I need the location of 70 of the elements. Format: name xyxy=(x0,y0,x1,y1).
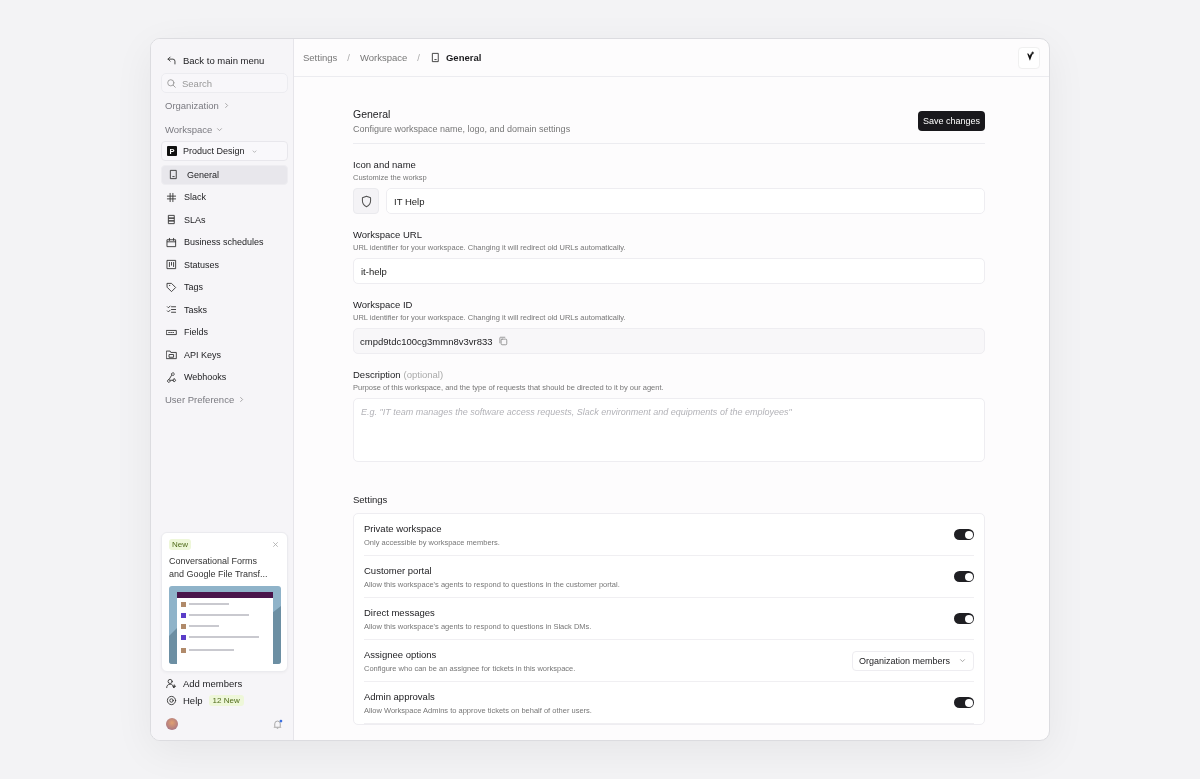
toggle-switch[interactable] xyxy=(954,529,974,540)
person-plus-icon xyxy=(166,678,177,689)
setting-label: Admin approvals xyxy=(364,690,436,702)
nav-item[interactable]: General xyxy=(161,164,288,185)
chevron-icon xyxy=(958,656,967,665)
help-badge: 12 New xyxy=(208,695,244,706)
breadcrumb-link[interactable]: General xyxy=(429,52,482,63)
section-header[interactable]: Workspace xyxy=(161,117,288,141)
stack-icon xyxy=(166,214,177,225)
nav-item[interactable]: Slack xyxy=(161,187,288,207)
search-field[interactable]: Search xyxy=(161,73,288,93)
field-label: Description xyxy=(353,369,401,380)
new-badge: New xyxy=(169,539,191,550)
bell-icon[interactable] xyxy=(272,718,283,730)
assignee-dropdown[interactable]: Organization members xyxy=(851,650,974,671)
nav-item[interactable]: Webhooks xyxy=(161,367,288,387)
toggle-switch[interactable] xyxy=(954,571,974,582)
search-icon xyxy=(166,78,177,89)
board-icon xyxy=(166,259,177,270)
field-label: Workspace URL xyxy=(353,229,422,240)
tag-icon xyxy=(166,281,177,293)
section-header[interactable]: Organization xyxy=(161,93,288,117)
description-field[interactable]: E.g. "IT team manages the software access requests, Slack environment and equipments of the employees" xyxy=(353,398,985,462)
add-members-button[interactable]: Add members xyxy=(161,678,288,689)
page-title: General xyxy=(353,108,392,120)
setting-label: Assignee options xyxy=(364,648,438,660)
breadcrumb-separator: / xyxy=(417,52,420,63)
save-button[interactable]: Save changes xyxy=(917,111,985,131)
section-title: Settings xyxy=(353,494,389,505)
logo-icon[interactable] xyxy=(1018,46,1040,69)
workspace-name: Product Design xyxy=(183,146,245,156)
toggle-switch[interactable] xyxy=(954,613,974,624)
building-icon xyxy=(429,52,441,63)
icon-picker[interactable] xyxy=(353,188,379,214)
lifebuoy-icon xyxy=(166,695,177,706)
name-input[interactable]: IT Help xyxy=(386,188,985,214)
url-input[interactable]: it-help xyxy=(353,258,985,284)
avatar[interactable] xyxy=(166,718,178,730)
section-header[interactable]: User Preference xyxy=(161,387,288,411)
nav-item[interactable]: Statuses xyxy=(161,254,288,275)
workspace-id: cmpd9tdc100cg3mmn8v3vr833 xyxy=(360,335,493,347)
return-arrow-icon xyxy=(166,55,177,66)
setting-label: Customer portal xyxy=(364,564,433,576)
news-title: Conversational Forms and Google File Transf... xyxy=(169,555,269,580)
nav-item[interactable]: Fields xyxy=(161,322,288,342)
breadcrumb-link[interactable]: Workspace xyxy=(359,52,408,63)
grid-icon xyxy=(166,191,177,203)
chevron-icon xyxy=(250,147,258,155)
page-subtitle: Configure workspace name, logo, and domain settings xyxy=(353,124,571,134)
help-button[interactable]: Help xyxy=(166,695,203,706)
setting-label: Direct messages xyxy=(364,606,436,618)
toggle-switch[interactable] xyxy=(954,697,974,708)
back-link[interactable]: Back to main menu xyxy=(161,51,288,70)
breadcrumb-link[interactable]: Settings xyxy=(303,52,338,63)
calendar-icon xyxy=(166,236,177,248)
building-icon xyxy=(168,169,179,180)
webhook-icon xyxy=(166,371,177,383)
nav-item[interactable]: SLAs xyxy=(161,209,288,230)
nav-item[interactable]: Tasks xyxy=(161,299,288,320)
breadcrumb-separator: / xyxy=(347,52,350,63)
folder-icon xyxy=(166,349,177,360)
shield-icon xyxy=(359,194,373,208)
setting-label: Private workspace xyxy=(364,522,443,534)
field-label: Icon and name xyxy=(353,159,416,170)
nav-item[interactable]: API Keys xyxy=(161,344,288,365)
nav-item[interactable]: Tags xyxy=(161,277,288,297)
checklist-icon xyxy=(166,304,177,315)
nav-item[interactable]: Business schedules xyxy=(161,232,288,252)
optional-label: (optional) xyxy=(403,369,444,380)
field-label: Workspace ID xyxy=(353,299,413,310)
